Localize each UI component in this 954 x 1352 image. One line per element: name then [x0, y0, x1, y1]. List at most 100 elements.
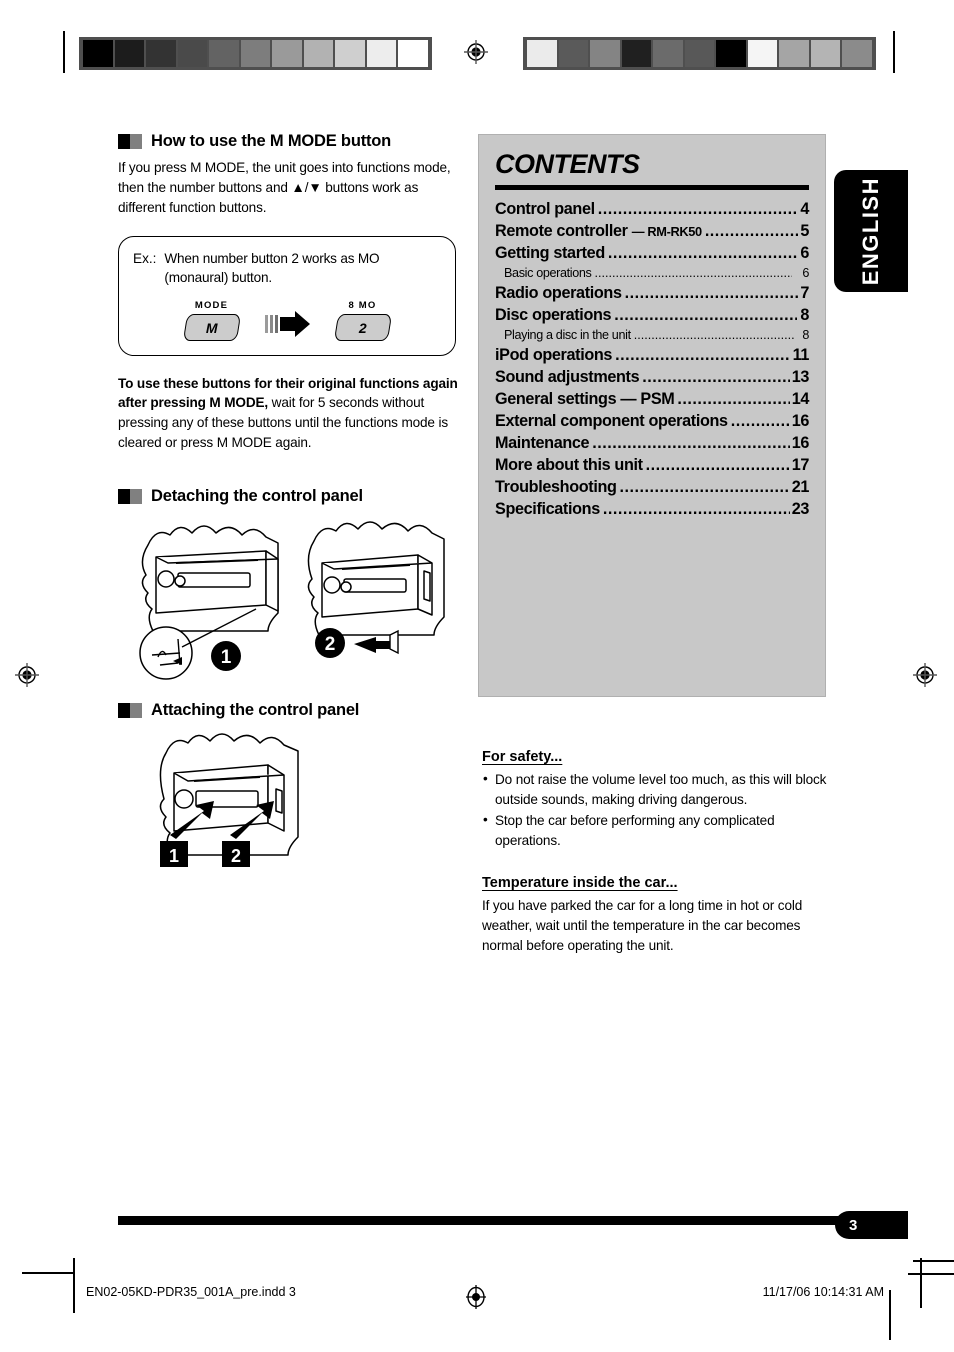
registration-target-footer: [463, 1284, 489, 1310]
contents-entry-leader: ........................................…: [602, 500, 790, 518]
contents-entry-title: Getting started: [495, 244, 605, 262]
footer-timestamp: 11/17/06 10:14:31 AM: [762, 1285, 884, 1299]
step-badge-2-label: 2: [325, 634, 336, 655]
page-number-label: 3: [849, 1216, 858, 1234]
contents-entry-leader: ........................................…: [704, 222, 799, 240]
m-mode-note: To use these buttons for their original …: [118, 374, 463, 454]
calibration-swatch: [335, 40, 365, 67]
crop-mark-bottom-right-vertical-outer: [920, 1258, 922, 1308]
contents-entry[interactable]: Playing a disc in the unit..............…: [495, 328, 809, 342]
section-title-detaching: Detaching the control panel: [151, 487, 363, 506]
contents-entry-leader: ........................................…: [677, 390, 789, 408]
calibration-swatch: [842, 40, 873, 67]
contents-list: Control panel...........................…: [495, 200, 809, 519]
contents-entry[interactable]: Control panel...........................…: [495, 200, 809, 219]
contents-entry-title: Control panel: [495, 200, 595, 218]
contents-title: CONTENTS: [495, 149, 640, 179]
contents-entry-title: Remote controller — RM-RK50: [495, 222, 702, 240]
manual-page: ENGLISH How to use the M MODE button If …: [0, 0, 954, 1352]
contents-entry-page: 11: [792, 346, 810, 364]
calibration-swatch: [398, 40, 429, 67]
registration-target-top: [463, 39, 489, 65]
mode-key-icon: M: [182, 313, 241, 341]
page-number-badge: 3: [835, 1211, 908, 1239]
contents-entry[interactable]: More about this unit....................…: [495, 456, 809, 475]
attaching-illustration: 1 2: [118, 727, 463, 872]
contents-entry-leader: ........................................…: [642, 368, 789, 386]
calibration-swatch: [716, 40, 746, 67]
calibration-swatch: [366, 40, 397, 67]
section-heading-detaching: Detaching the control panel: [118, 487, 463, 506]
footer-filename: EN02-05KD-PDR35_001A_pre.indd 3: [86, 1285, 296, 1299]
contents-entry[interactable]: Getting started.........................…: [495, 244, 809, 263]
m-mode-intro-text: If you press M MODE, the unit goes into …: [118, 160, 451, 215]
temperature-paragraph: If you have parked the car for a long ti…: [482, 897, 803, 953]
contents-entry[interactable]: Troubleshooting.........................…: [495, 478, 809, 497]
contents-entry[interactable]: General settings — PSM..................…: [495, 390, 809, 409]
step-badge-1-label: 1: [221, 647, 232, 668]
safety-heading: For safety...: [482, 749, 563, 765]
number-key-icon: 2: [333, 313, 392, 341]
contents-entry-leader: ........................................…: [633, 328, 795, 342]
number-key-group: 8 MO 2: [333, 300, 392, 341]
registration-target-left: [14, 662, 40, 688]
contents-entry[interactable]: External component operations...........…: [495, 412, 809, 431]
contents-entry-page: 17: [791, 456, 810, 474]
mode-key-caption: MODE: [194, 299, 229, 311]
contents-entry-leader: ........................................…: [614, 306, 797, 324]
temperature-heading: Temperature inside the car...: [482, 874, 678, 891]
safety-bullet: Stop the car before performing any compl…: [482, 810, 830, 851]
contents-entry-leader: ........................................…: [607, 244, 797, 262]
contents-entry-page: 21: [791, 478, 810, 496]
crop-mark-bottom-left-vertical: [73, 1258, 75, 1313]
contents-entry-page: 16: [791, 412, 810, 430]
crop-mark-bottom-right-horizontal-upper: [913, 1260, 954, 1262]
calibration-wedge-left: [79, 37, 432, 70]
detaching-illustration: 1 2: [118, 513, 463, 685]
contents-entry-page: 13: [791, 368, 810, 386]
contents-entry[interactable]: Remote controller — RM-RK50.............…: [495, 222, 809, 241]
registration-target-right: [912, 662, 938, 688]
arrow-head-icon: [279, 310, 310, 337]
language-tab-english: ENGLISH: [834, 170, 908, 292]
section-heading-attaching: Attaching the control panel: [118, 701, 463, 720]
contents-entry[interactable]: Radio operations........................…: [495, 284, 809, 303]
calibration-swatch: [527, 40, 557, 67]
contents-entry-subtitle: — RM-RK50: [631, 224, 702, 239]
contents-entry[interactable]: Disc operations.........................…: [495, 306, 809, 325]
calibration-swatch: [653, 40, 683, 67]
language-tab-label: ENGLISH: [858, 176, 883, 286]
contents-entry-page: 8: [800, 306, 809, 324]
calibration-swatch: [558, 40, 589, 67]
section-title-attaching: Attaching the control panel: [151, 701, 360, 720]
step-badge-2-label: 2: [231, 846, 241, 866]
contents-entry[interactable]: Specifications..........................…: [495, 500, 809, 519]
contents-entry-title: Specifications: [495, 500, 600, 518]
contents-entry-page: 4: [800, 200, 809, 218]
calibration-swatch: [621, 40, 652, 67]
contents-entry-title: Troubleshooting: [495, 478, 617, 496]
contents-entry[interactable]: iPod operations.........................…: [495, 346, 809, 365]
contents-entry[interactable]: Basic operations........................…: [495, 266, 809, 280]
contents-box: CONTENTS Control panel..................…: [478, 134, 826, 697]
contents-entry-leader: ........................................…: [624, 284, 798, 302]
contents-entry-page: 6: [802, 266, 809, 280]
crop-mark-top-left-vertical: [63, 31, 65, 73]
contents-entry[interactable]: Maintenance.............................…: [495, 434, 809, 453]
contents-entry-title: Maintenance: [495, 434, 590, 452]
crop-mark-bottom-left-horizontal: [22, 1272, 74, 1274]
contents-entry-title: Sound adjustments: [495, 368, 640, 386]
contents-entry-title: Radio operations: [495, 284, 622, 302]
safety-section: For safety... Do not raise the volume le…: [482, 748, 830, 960]
section-heading-m-mode: How to use the M MODE button: [118, 132, 463, 151]
contents-entry[interactable]: Sound adjustments.......................…: [495, 368, 809, 387]
contents-entry-leader: ........................................…: [615, 346, 791, 364]
heading-marker-icon: [118, 489, 142, 505]
example-label: Ex.:: [133, 250, 157, 266]
heading-marker-icon: [118, 703, 142, 719]
contents-entry-title: External component operations: [495, 412, 728, 430]
button-demo-graphic: MODE M 8 MO 2: [133, 300, 441, 341]
calibration-wedge-right: [523, 37, 876, 70]
step-badge-1-label: 1: [169, 846, 179, 866]
contents-entry-title: Disc operations: [495, 306, 612, 324]
